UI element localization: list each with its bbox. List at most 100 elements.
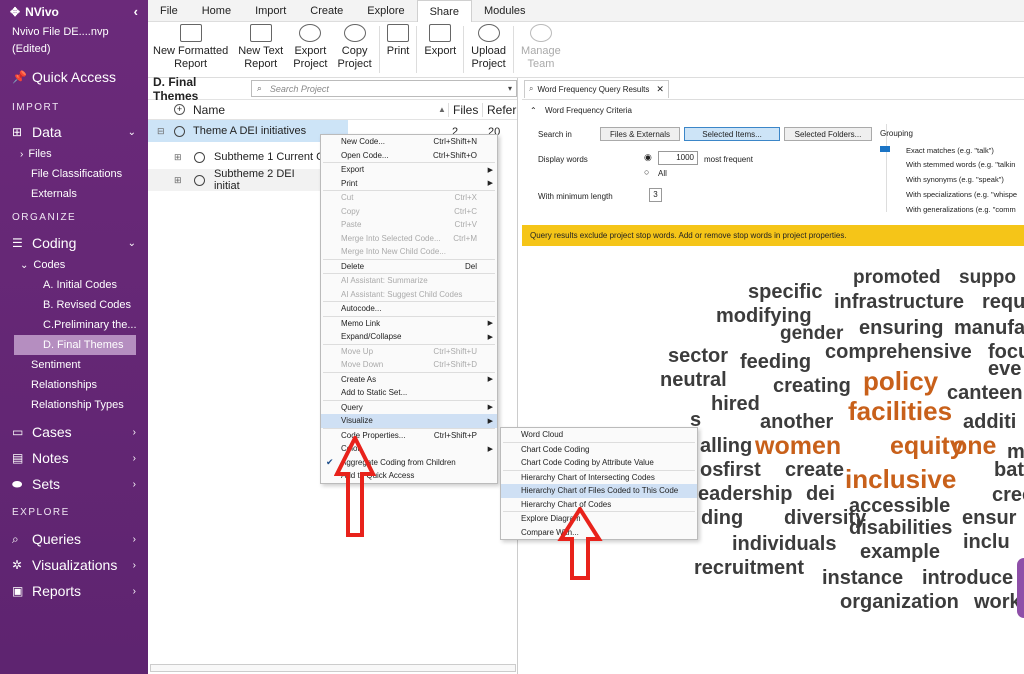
print-button[interactable]: Print xyxy=(382,22,415,77)
cloud-word[interactable]: specific xyxy=(748,282,822,302)
nav-notes[interactable]: ▤ Notes › xyxy=(0,445,148,471)
copy-project-button[interactable]: Copy Project xyxy=(333,22,377,77)
collapse-sidebar-button[interactable]: ‹ xyxy=(134,4,138,19)
cloud-word[interactable]: creating xyxy=(773,376,851,396)
cloud-word[interactable]: crech xyxy=(992,485,1024,505)
column-files[interactable]: Files xyxy=(448,102,478,117)
menu-item-merge-into-new-child-code[interactable]: Merge Into New Child Code... xyxy=(321,245,497,259)
horizontal-scrollbar[interactable] xyxy=(150,664,516,672)
menu-item-expand-collapse[interactable]: Expand/Collapse ▶ xyxy=(321,330,497,344)
cloud-word[interactable]: sector xyxy=(668,346,728,366)
radio-icon[interactable]: ○ xyxy=(644,167,649,177)
cloud-word[interactable]: recruitment xyxy=(694,558,804,578)
cloud-word[interactable]: promoted xyxy=(853,268,941,287)
tab-explore[interactable]: Explore xyxy=(355,0,416,22)
tab-home[interactable]: Home xyxy=(190,0,243,22)
menu-item-merge-into-selected-code[interactable]: Merge Into Selected Code... Ctrl+M xyxy=(321,232,497,246)
files-externals-button[interactable]: Files & Externals xyxy=(600,127,680,141)
menu-item-copy[interactable]: Copy Ctrl+C xyxy=(321,205,497,219)
cloud-word[interactable]: ding xyxy=(701,508,743,528)
tab-share[interactable]: Share xyxy=(416,0,472,22)
column-name[interactable]: Name xyxy=(193,103,225,117)
cloud-word[interactable]: requ xyxy=(982,292,1024,312)
nav-codes[interactable]: ⌄ Codes xyxy=(0,255,148,275)
cloud-word[interactable]: suppo xyxy=(959,268,1016,287)
cloud-word[interactable]: additi xyxy=(963,412,1016,432)
nav-sets[interactable]: ⬬ Sets › xyxy=(0,471,148,497)
nav-relationships[interactable]: Relationships xyxy=(0,375,148,395)
nav-data[interactable]: ⊞ Data ⌄ xyxy=(0,120,148,144)
menu-item-delete[interactable]: Delete Del xyxy=(321,260,497,274)
collapse-toggle-icon[interactable]: ⊟ xyxy=(157,126,165,137)
cloud-word[interactable]: ensuring xyxy=(859,318,943,338)
menu-item-move-up[interactable]: Move Up Ctrl+Shift+U xyxy=(321,345,497,359)
nav-externals[interactable]: Externals xyxy=(0,184,148,204)
cloud-word[interactable]: first xyxy=(723,460,761,480)
new-text-report-button[interactable]: New Text Report xyxy=(233,22,288,77)
search-project-input[interactable]: ⌕ Search Project ▾ xyxy=(250,80,517,97)
cloud-word[interactable]: bathro xyxy=(994,460,1024,480)
tab-import[interactable]: Import xyxy=(243,0,298,22)
nav-relationship-types[interactable]: Relationship Types xyxy=(0,395,148,415)
min-length-input[interactable]: 3 xyxy=(649,188,662,202)
menu-item-add-to-static-set[interactable]: Add to Static Set... xyxy=(321,386,497,400)
submenu-item-chart-code-coding-by-attribute-value[interactable]: Chart Code Coding by Attribute Value xyxy=(501,456,697,470)
criteria-header[interactable]: ⌃ Word Frequency Criteria xyxy=(530,106,632,115)
grouping-slider-thumb[interactable] xyxy=(880,146,890,152)
new-formatted-report-button[interactable]: New Formatted Report xyxy=(148,22,233,77)
nav-queries[interactable]: ⌕ Queries › xyxy=(0,526,148,552)
export-button[interactable]: Export xyxy=(419,22,461,77)
close-icon[interactable]: ✕ xyxy=(656,84,664,95)
menu-item-query[interactable]: Query ▶ xyxy=(321,401,497,415)
nav-code-folder[interactable]: C.Preliminary the... xyxy=(0,315,148,335)
upload-project-button[interactable]: Upload Project xyxy=(466,22,511,77)
manage-team-button[interactable]: Manage Team xyxy=(516,22,566,77)
quick-access[interactable]: 📌 Quick Access xyxy=(0,64,148,90)
cloud-word[interactable]: another xyxy=(760,412,833,432)
nav-cases[interactable]: ▭ Cases › xyxy=(0,419,148,445)
cloud-word[interactable]: women xyxy=(755,434,841,459)
menu-item-visualize[interactable]: Visualize ▶ xyxy=(321,414,497,428)
cloud-word[interactable]: eve xyxy=(988,359,1021,379)
submenu-item-word-cloud[interactable]: Word Cloud xyxy=(501,428,697,442)
cloud-word[interactable]: inclu xyxy=(963,532,1010,552)
cloud-word[interactable]: one xyxy=(952,434,996,459)
menu-item-export[interactable]: Export ▶ xyxy=(321,163,497,177)
nav-sentiment[interactable]: Sentiment xyxy=(0,355,148,375)
menu-item-open-code[interactable]: Open Code... Ctrl+Shift+O xyxy=(321,149,497,163)
nav-code-folder-selected[interactable]: D. Final Themes xyxy=(14,335,136,355)
menu-item-cut[interactable]: Cut Ctrl+X xyxy=(321,191,497,205)
cloud-word[interactable]: example xyxy=(860,542,940,562)
submenu-item-hierarchy-chart-of-files-coded-to-this-code[interactable]: Hierarchy Chart of Files Coded to This C… xyxy=(501,484,697,498)
cloud-word[interactable]: introduce xyxy=(922,568,1013,588)
menu-item-print[interactable]: Print ▶ xyxy=(321,177,497,191)
cloud-word[interactable]: ensur xyxy=(962,508,1016,528)
nav-code-folder[interactable]: B. Revised Codes xyxy=(0,295,148,315)
tab-file[interactable]: File xyxy=(148,0,190,22)
nav-visualizations[interactable]: ✲ Visualizations › xyxy=(0,552,148,578)
nav-coding[interactable]: ☰ Coding ⌄ xyxy=(0,231,148,255)
cloud-word[interactable]: feeding xyxy=(740,352,811,372)
expand-toggle-icon[interactable]: ⊞ xyxy=(174,175,182,186)
nav-reports[interactable]: ▣ Reports › xyxy=(0,578,148,604)
cloud-word[interactable]: inclusive xyxy=(845,466,956,492)
menu-item-memo-link[interactable]: Memo Link ▶ xyxy=(321,317,497,331)
cloud-word[interactable]: comprehensive xyxy=(825,342,972,362)
menu-item-new-code[interactable]: New Code... Ctrl+Shift+N xyxy=(321,135,497,149)
cloud-word[interactable]: disabilities xyxy=(849,518,952,538)
menu-item-create-as[interactable]: Create As ▶ xyxy=(321,373,497,387)
cloud-word[interactable]: canteen xyxy=(947,383,1023,403)
display-count-input[interactable]: 1000 xyxy=(658,151,698,165)
cloud-word[interactable]: individuals xyxy=(732,534,836,554)
tab-modules[interactable]: Modules xyxy=(472,0,538,22)
nav-file-classifications[interactable]: File Classifications xyxy=(0,164,148,184)
expand-toggle-icon[interactable]: ⊞ xyxy=(174,152,182,163)
chevron-down-icon[interactable]: ▾ xyxy=(508,84,512,93)
tab-create[interactable]: Create xyxy=(298,0,355,22)
cloud-word[interactable]: os xyxy=(700,460,723,480)
nav-files[interactable]: › Files xyxy=(0,144,148,164)
menu-item-ai-assistant-suggest-child-codes[interactable]: AI Assistant: Suggest Child Codes xyxy=(321,288,497,302)
radio-selected-icon[interactable]: ◉ xyxy=(644,152,652,163)
cloud-word[interactable]: alling xyxy=(700,436,752,456)
cloud-word[interactable]: hired xyxy=(711,394,760,414)
